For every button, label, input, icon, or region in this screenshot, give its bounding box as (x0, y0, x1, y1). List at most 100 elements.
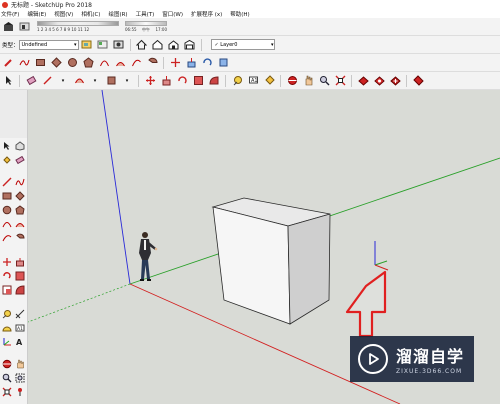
push-pull-left-icon[interactable] (14, 256, 26, 268)
garage-view-icon[interactable] (183, 38, 197, 52)
menu-help[interactable]: 帮助(H) (230, 10, 249, 18)
follow-me-left-icon[interactable] (14, 270, 26, 282)
line-icon[interactable] (40, 74, 54, 88)
home-view-icon[interactable] (135, 38, 149, 52)
shadows-toggle-icon[interactable] (17, 20, 31, 34)
shape-tool-icon[interactable] (104, 74, 118, 88)
pencil-icon[interactable] (1, 56, 15, 70)
scale-tool-icon[interactable] (191, 74, 205, 88)
arc-icon[interactable] (97, 56, 111, 70)
extension-warehouse-icon[interactable] (372, 74, 386, 88)
shape-dropdown-icon[interactable]: ▾ (120, 74, 134, 88)
scale-left-icon[interactable] (1, 284, 13, 296)
zoom-window-left-icon[interactable] (14, 372, 26, 384)
pan-left-icon[interactable] (14, 358, 26, 370)
sketchup-logo-icon (2, 1, 8, 8)
zoom-left-icon[interactable] (1, 372, 13, 384)
style-edit-icon[interactable] (96, 38, 110, 52)
menu-camera[interactable]: 相机(C) (81, 10, 100, 18)
house-view-icon[interactable] (151, 38, 165, 52)
warehouse-icon[interactable] (356, 74, 370, 88)
3d-text-left-icon[interactable]: A (14, 336, 26, 348)
zoom-icon[interactable] (317, 74, 331, 88)
style-mixed-icon[interactable] (112, 38, 126, 52)
freehand-icon[interactable] (17, 56, 31, 70)
select-tool-icon[interactable] (1, 140, 13, 152)
paint-bucket-icon[interactable] (262, 74, 276, 88)
position-camera-left-icon[interactable] (14, 386, 26, 398)
arc-2point-icon[interactable] (113, 56, 127, 70)
title-bar: 无标题 - SketchUp Pro 2018 (0, 0, 500, 9)
arc-3point-icon[interactable] (129, 56, 143, 70)
zoom-extents-icon[interactable] (333, 74, 347, 88)
style-dropdown[interactable]: Undefined ▾ (18, 39, 79, 50)
rotated-rect-left-icon[interactable] (14, 190, 26, 202)
rotated-rectangle-icon[interactable] (49, 56, 63, 70)
share-model-icon[interactable] (388, 74, 402, 88)
layer-dropdown[interactable]: ✓ Layer0 ▾ (210, 39, 275, 50)
eraser-left-icon[interactable] (14, 154, 26, 166)
tape-measure-icon[interactable] (230, 74, 244, 88)
extension-manager-icon[interactable] (411, 74, 425, 88)
axis-gizmo (374, 241, 389, 271)
protractor-left-icon[interactable] (1, 322, 13, 334)
select-arrow-icon[interactable] (1, 74, 15, 88)
dimension-left-icon[interactable] (14, 308, 26, 320)
circle-left-icon[interactable] (1, 204, 13, 216)
zoom-extents-left-icon[interactable] (1, 386, 13, 398)
move-icon[interactable] (168, 56, 182, 70)
freehand-left-icon[interactable] (14, 176, 26, 188)
house-alt-view-icon[interactable] (167, 38, 181, 52)
arc-dropdown-icon[interactable]: ▾ (88, 74, 102, 88)
box-model[interactable] (211, 197, 331, 325)
arc3-left-icon[interactable] (1, 232, 13, 244)
eraser-icon[interactable] (24, 74, 38, 88)
orbit-left-icon[interactable] (1, 358, 13, 370)
axes-left-icon[interactable] (1, 336, 13, 348)
shadow-settings-icon[interactable] (1, 20, 15, 34)
arc-tool-icon[interactable] (72, 74, 86, 88)
text-tool-icon[interactable]: A1 (246, 74, 260, 88)
rotate-tool-icon[interactable] (175, 74, 189, 88)
menu-edit[interactable]: 编辑(E) (27, 10, 46, 18)
offset-left-icon[interactable] (14, 284, 26, 296)
tape-left-icon[interactable] (1, 308, 13, 320)
pie-icon[interactable] (145, 56, 159, 70)
menu-window[interactable]: 窗口(W) (162, 10, 183, 18)
time-end: 17:00 (155, 26, 167, 32)
style-value: Undefined (21, 41, 48, 48)
push-pull-icon[interactable] (184, 56, 198, 70)
pan-icon[interactable] (301, 74, 315, 88)
paint-icon[interactable] (1, 154, 13, 166)
scale-figure[interactable] (139, 232, 158, 281)
menu-tools[interactable]: 工具(T) (136, 10, 155, 18)
menu-view[interactable]: 视图(V) (54, 10, 73, 18)
menu-file[interactable]: 文件(F) (1, 10, 19, 18)
polygon-icon[interactable] (81, 56, 95, 70)
line-dropdown-icon[interactable]: ▾ (56, 74, 70, 88)
offset-tool-icon[interactable] (207, 74, 221, 88)
follow-me-icon[interactable] (216, 56, 230, 70)
arc2-left-icon[interactable] (14, 218, 26, 230)
circle-icon[interactable] (65, 56, 79, 70)
line-left-icon[interactable] (1, 176, 13, 188)
text-left-icon[interactable]: A1 (14, 322, 26, 334)
time-slider[interactable]: 06:55 中午 17:00 (125, 20, 167, 33)
rotate-icon[interactable] (200, 56, 214, 70)
rectangle-left-icon[interactable] (1, 190, 13, 202)
tools-toolbar: ▾ ▾ ▾ A1 (0, 72, 500, 90)
push-pull-tool-icon[interactable] (159, 74, 173, 88)
menu-draw[interactable]: 绘图(R) (108, 10, 127, 18)
pie-left-icon[interactable] (14, 232, 26, 244)
menu-extensions[interactable]: 扩展程序 (x) (191, 10, 222, 18)
rectangle-icon[interactable] (33, 56, 47, 70)
arc-left-icon[interactable] (1, 218, 13, 230)
month-slider[interactable]: 1 2 3 4 5 6 7 8 9 10 11 12 (37, 21, 119, 32)
move-left-icon[interactable] (1, 256, 13, 268)
rotate-left-icon[interactable] (1, 270, 13, 282)
make-component-icon[interactable] (14, 140, 26, 152)
polygon-left-icon[interactable] (14, 204, 26, 216)
orbit-icon[interactable] (285, 74, 299, 88)
style-builder-icon[interactable] (80, 38, 94, 52)
move-tool-icon[interactable] (143, 74, 157, 88)
